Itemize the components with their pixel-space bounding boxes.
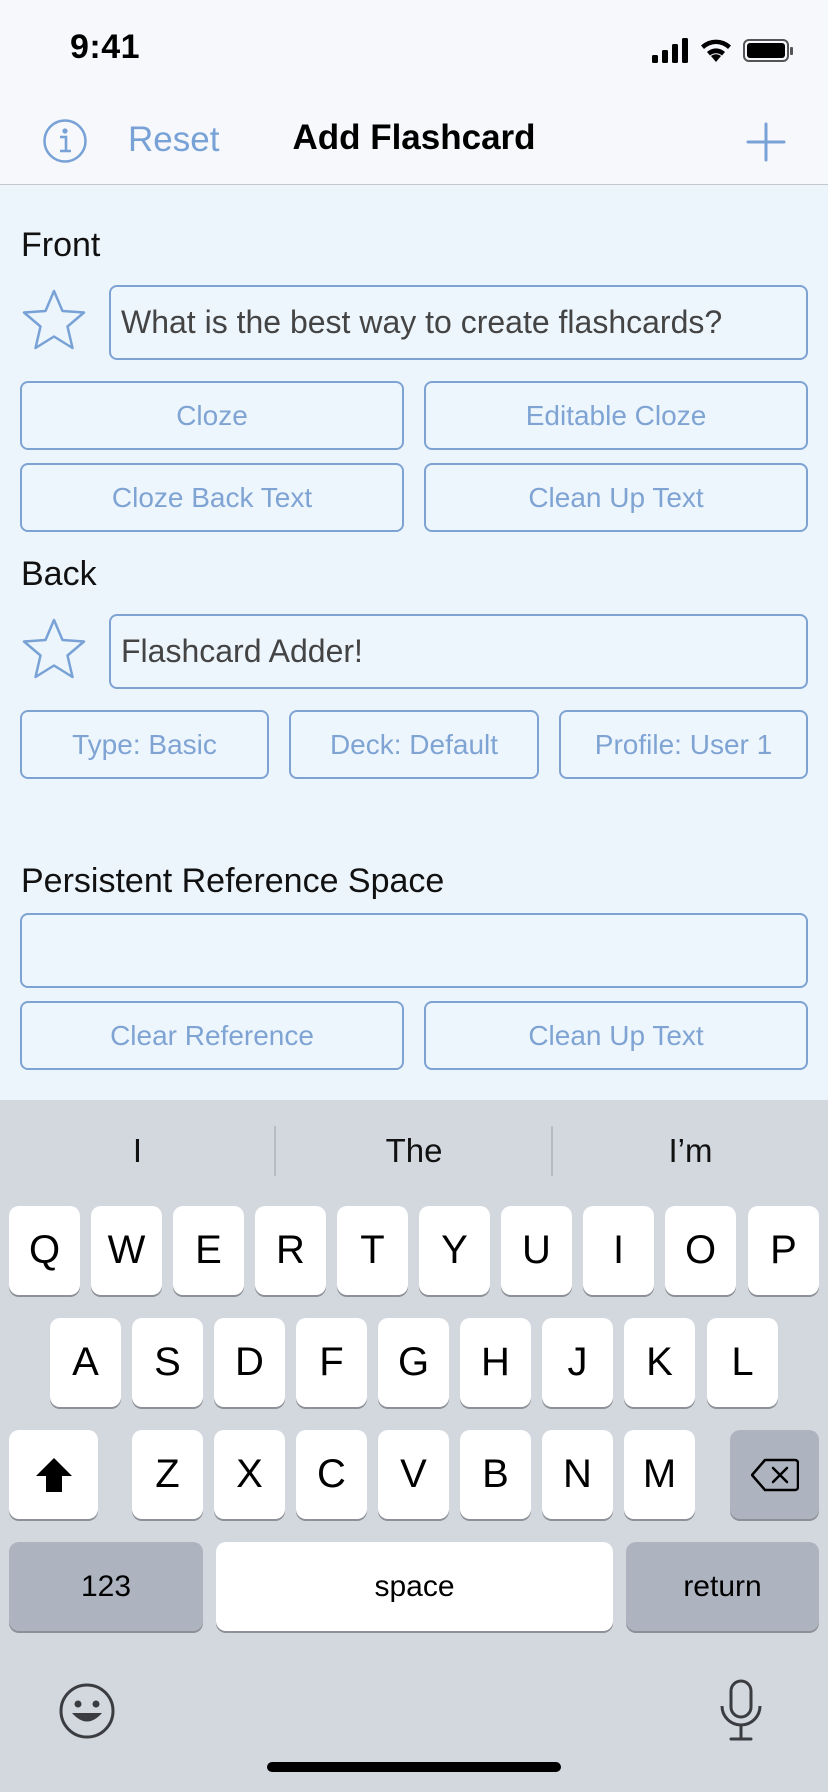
key-z[interactable]: Z bbox=[132, 1430, 203, 1519]
front-label: Front bbox=[21, 226, 101, 264]
key-j[interactable]: J bbox=[542, 1318, 613, 1407]
key-d[interactable]: D bbox=[214, 1318, 285, 1407]
front-text-value: What is the best way to create flashcard… bbox=[121, 304, 723, 340]
key-p[interactable]: P bbox=[748, 1206, 819, 1295]
key-o[interactable]: O bbox=[665, 1206, 736, 1295]
delete-backspace-icon bbox=[750, 1458, 799, 1491]
key-g[interactable]: G bbox=[378, 1318, 449, 1407]
battery-icon bbox=[743, 39, 793, 62]
editable-cloze-button[interactable]: Editable Cloze bbox=[424, 381, 808, 450]
deck-button[interactable]: Deck: Default bbox=[289, 710, 539, 779]
key-l[interactable]: L bbox=[707, 1318, 778, 1407]
key-k[interactable]: K bbox=[624, 1318, 695, 1407]
key-v[interactable]: V bbox=[378, 1430, 449, 1519]
reference-label: Persistent Reference Space bbox=[21, 862, 445, 900]
key-u[interactable]: U bbox=[501, 1206, 572, 1295]
key-s[interactable]: S bbox=[132, 1318, 203, 1407]
back-label: Back bbox=[21, 555, 97, 593]
back-text-value: Flashcard Adder! bbox=[121, 633, 363, 669]
page-title: Add Flashcard bbox=[292, 118, 536, 157]
key-y[interactable]: Y bbox=[419, 1206, 490, 1295]
type-button[interactable]: Type: Basic bbox=[20, 710, 269, 779]
clear-reference-button[interactable]: Clear Reference bbox=[20, 1001, 404, 1070]
key-e[interactable]: E bbox=[173, 1206, 244, 1295]
return-key[interactable]: return bbox=[626, 1542, 819, 1631]
key-n[interactable]: N bbox=[542, 1430, 613, 1519]
add-icon[interactable] bbox=[746, 122, 786, 162]
back-star-icon[interactable] bbox=[22, 617, 86, 681]
key-x[interactable]: X bbox=[214, 1430, 285, 1519]
suggestion-3[interactable]: I’m bbox=[553, 1132, 828, 1170]
status-icons bbox=[652, 38, 793, 63]
shift-key[interactable] bbox=[9, 1430, 98, 1519]
space-key[interactable]: space bbox=[216, 1542, 613, 1631]
key-q[interactable]: Q bbox=[9, 1206, 80, 1295]
key-c[interactable]: C bbox=[296, 1430, 367, 1519]
reference-text-field[interactable] bbox=[20, 913, 808, 988]
key-w[interactable]: W bbox=[91, 1206, 162, 1295]
status-time: 9:41 bbox=[70, 28, 141, 66]
front-text-field[interactable]: What is the best way to create flashcard… bbox=[109, 285, 808, 360]
cloze-button[interactable]: Cloze bbox=[20, 381, 404, 450]
emoji-icon[interactable] bbox=[58, 1682, 116, 1740]
suggestion-2[interactable]: The bbox=[276, 1132, 552, 1170]
back-text-field[interactable]: Flashcard Adder! bbox=[109, 614, 808, 689]
key-r[interactable]: R bbox=[255, 1206, 326, 1295]
key-a[interactable]: A bbox=[50, 1318, 121, 1407]
suggestion-1[interactable]: I bbox=[0, 1132, 275, 1170]
reference-clean-up-text-button[interactable]: Clean Up Text bbox=[424, 1001, 808, 1070]
key-b[interactable]: B bbox=[460, 1430, 531, 1519]
key-h[interactable]: H bbox=[460, 1318, 531, 1407]
key-f[interactable]: F bbox=[296, 1318, 367, 1407]
delete-key[interactable] bbox=[730, 1430, 819, 1519]
wifi-icon bbox=[701, 39, 731, 62]
signal-icon bbox=[652, 38, 688, 63]
cloze-back-text-button[interactable]: Cloze Back Text bbox=[20, 463, 404, 532]
key-m[interactable]: M bbox=[624, 1430, 695, 1519]
microphone-icon[interactable] bbox=[716, 1678, 766, 1744]
profile-button[interactable]: Profile: User 1 bbox=[559, 710, 808, 779]
front-star-icon[interactable] bbox=[22, 288, 86, 352]
home-indicator bbox=[267, 1762, 561, 1772]
shift-arrow-icon bbox=[35, 1457, 72, 1492]
key-t[interactable]: T bbox=[337, 1206, 408, 1295]
numbers-key[interactable]: 123 bbox=[9, 1542, 203, 1631]
front-clean-up-text-button[interactable]: Clean Up Text bbox=[424, 463, 808, 532]
key-i[interactable]: I bbox=[583, 1206, 654, 1295]
